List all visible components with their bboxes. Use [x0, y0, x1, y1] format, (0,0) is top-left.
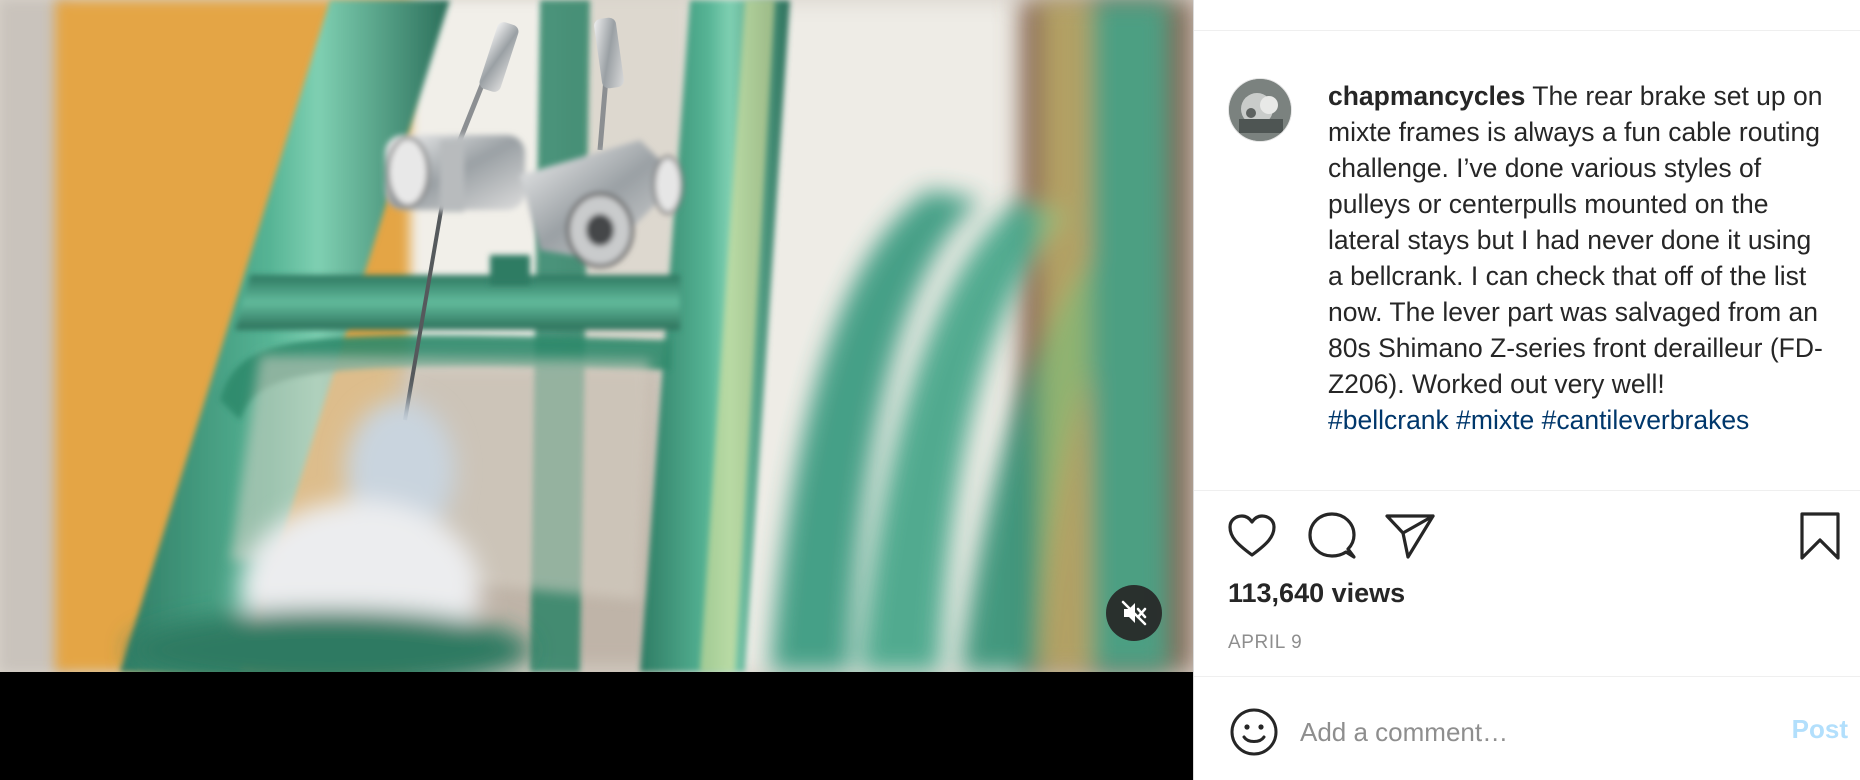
video-letterbox — [0, 672, 1193, 780]
instagram-post-view: chapmancycles The rear brake set up on m… — [0, 0, 1860, 780]
speech-bubble-icon — [1308, 512, 1356, 559]
caption-divider — [1194, 490, 1860, 491]
bookmark-icon — [1800, 512, 1840, 560]
caption-username[interactable]: chapmancycles — [1328, 81, 1525, 111]
comment-input[interactable] — [1300, 712, 1740, 752]
save-button[interactable] — [1794, 510, 1846, 562]
comment-divider — [1194, 676, 1860, 677]
like-button[interactable] — [1226, 510, 1278, 562]
comment-form: Post — [1228, 706, 1848, 758]
avatar[interactable] — [1228, 78, 1292, 142]
header-divider — [1194, 30, 1860, 31]
post-media[interactable] — [0, 0, 1193, 780]
mute-toggle-button[interactable] — [1106, 585, 1162, 641]
hashtag-link[interactable]: #cantileverbrakes — [1542, 405, 1750, 435]
comment-button[interactable] — [1306, 510, 1358, 562]
smiley-icon — [1230, 708, 1278, 756]
action-bar — [1228, 510, 1848, 566]
caption-text: The rear brake set up on mixte frames is… — [1328, 81, 1823, 399]
heart-icon — [1228, 514, 1276, 557]
paper-plane-icon — [1385, 514, 1435, 559]
share-button[interactable] — [1384, 510, 1436, 562]
video-player[interactable] — [0, 0, 1193, 672]
caption-section: chapmancycles The rear brake set up on m… — [1228, 78, 1848, 478]
view-count[interactable]: 113,640 views — [1228, 578, 1405, 609]
video-frame-image — [0, 0, 1193, 672]
post-date[interactable]: APRIL 9 — [1228, 632, 1302, 654]
hashtag-link[interactable]: #bellcrank — [1328, 405, 1449, 435]
post-comment-button[interactable]: Post — [1792, 714, 1848, 745]
speaker-muted-icon — [1121, 600, 1147, 626]
post-details-panel: chapmancycles The rear brake set up on m… — [1193, 0, 1860, 780]
post-caption: chapmancycles The rear brake set up on m… — [1328, 78, 1828, 478]
avatar-image — [1229, 79, 1291, 141]
emoji-button[interactable] — [1228, 706, 1280, 758]
hashtag-link[interactable]: #mixte — [1456, 405, 1534, 435]
